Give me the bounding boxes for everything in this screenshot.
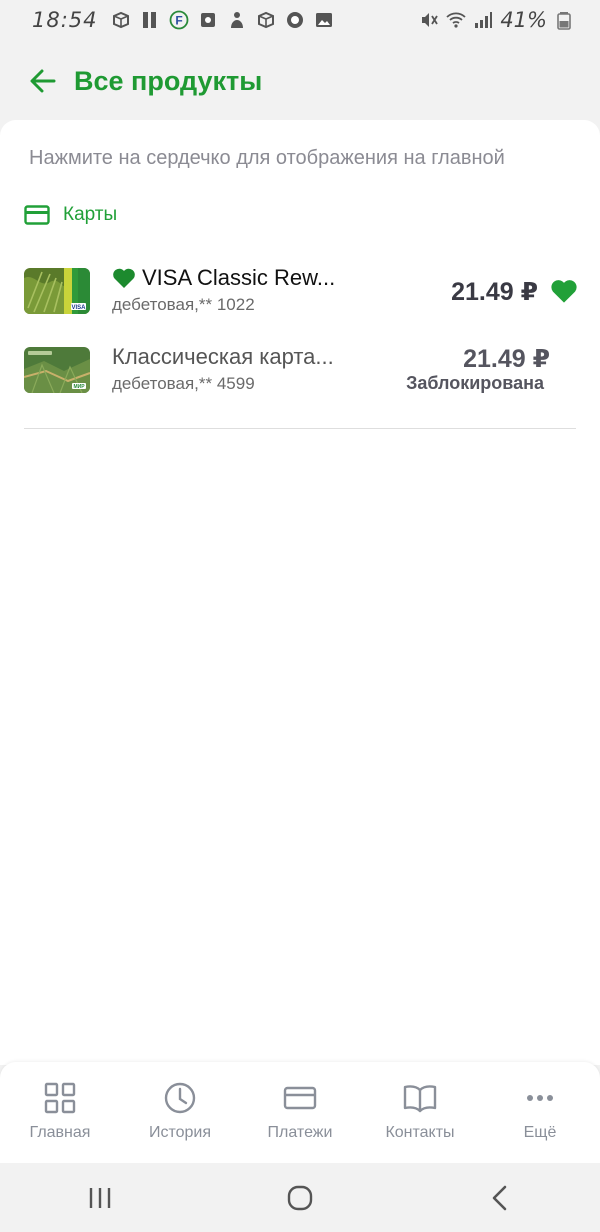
nav-item-contacts[interactable]: Контакты — [360, 1062, 480, 1163]
card-thumbnail: VISA — [24, 268, 90, 314]
nav-item-more[interactable]: Ещё — [480, 1062, 600, 1163]
nav-item-home[interactable]: Главная — [0, 1062, 120, 1163]
product-row[interactable]: МИР Классическая карта... дебетовая,** 4… — [0, 336, 600, 406]
clock-icon — [164, 1082, 196, 1114]
nav-label: История — [148, 1124, 212, 1141]
products-panel: Нажмите на сердечко для отображения на г… — [0, 120, 600, 1065]
camera-app-icon — [200, 13, 215, 27]
package-icon — [112, 11, 129, 29]
book-icon — [403, 1085, 437, 1113]
battery-icon — [557, 12, 571, 30]
bottom-nav: Главная История Платежи Контакты Ещё — [0, 1062, 600, 1163]
card-thumbnail: МИР — [24, 347, 90, 393]
product-name-text: VISA Classic Rew... — [142, 265, 336, 290]
recents-icon — [89, 1187, 111, 1208]
heart-filled-icon — [551, 280, 577, 303]
nav-item-payments[interactable]: Платежи — [240, 1062, 360, 1163]
svg-text:VISA: VISA — [71, 305, 86, 311]
arrow-left-icon — [30, 69, 56, 93]
card-icon — [24, 205, 50, 225]
wifi-icon — [446, 12, 466, 28]
package-icon — [257, 11, 274, 29]
home-icon — [287, 1185, 313, 1210]
back-button[interactable] — [28, 66, 58, 96]
nav-label: Контакты — [385, 1124, 455, 1141]
sim-icon — [142, 12, 156, 28]
status-time: 18:54 — [32, 8, 98, 32]
product-subtitle: дебетовая,** 1022 — [112, 295, 255, 314]
more-icon — [527, 1095, 553, 1101]
home-button[interactable] — [270, 1173, 330, 1223]
status-bar: 18:54 F 41% — [0, 0, 600, 40]
battery-percent: 41% — [500, 8, 547, 32]
favorite-toggle[interactable] — [550, 278, 578, 306]
product-name: Классическая карта... — [112, 344, 334, 370]
person-icon — [230, 12, 243, 28]
nav-label: Главная — [29, 1124, 91, 1141]
grid-icon — [44, 1082, 76, 1114]
product-name-text: Классическая карта... — [112, 344, 334, 369]
recents-button[interactable] — [70, 1173, 130, 1223]
nav-item-history[interactable]: История — [120, 1062, 240, 1163]
system-nav-bar — [0, 1163, 600, 1232]
f-app-icon: F — [169, 10, 188, 30]
product-amount: 21.49 ₽ — [451, 278, 538, 306]
svg-text:МИР: МИР — [73, 384, 85, 390]
divider — [24, 428, 576, 429]
signal-icon — [475, 12, 493, 28]
product-amount: 21.49 ₽ — [463, 345, 550, 373]
section-label: Карты — [63, 204, 118, 225]
heart-filled-icon — [113, 268, 135, 288]
page-title: Все продукты — [74, 65, 263, 96]
status-right: 41% — [419, 8, 574, 32]
product-status: Заблокирована — [406, 373, 544, 393]
svg-text:F: F — [175, 14, 182, 28]
shield-icon — [286, 12, 303, 28]
nav-label: Ещё — [523, 1124, 557, 1141]
product-row[interactable]: VISA VISA Classic Rew... дебетовая,** 10… — [0, 257, 600, 327]
hint-text: Нажмите на сердечко для отображения на г… — [29, 147, 505, 169]
status-left: 18:54 F — [32, 8, 334, 32]
image-icon — [315, 13, 332, 27]
header: Все продукты — [0, 40, 600, 122]
nav-label: Платежи — [267, 1124, 333, 1141]
section-cards[interactable]: Карты — [24, 204, 117, 226]
back-nav-button[interactable] — [470, 1173, 530, 1223]
card-icon — [283, 1086, 317, 1110]
chevron-left-icon — [492, 1185, 507, 1210]
product-subtitle: дебетовая,** 4599 — [112, 374, 255, 393]
mute-icon — [422, 13, 439, 27]
product-name: VISA Classic Rew... — [112, 265, 335, 291]
